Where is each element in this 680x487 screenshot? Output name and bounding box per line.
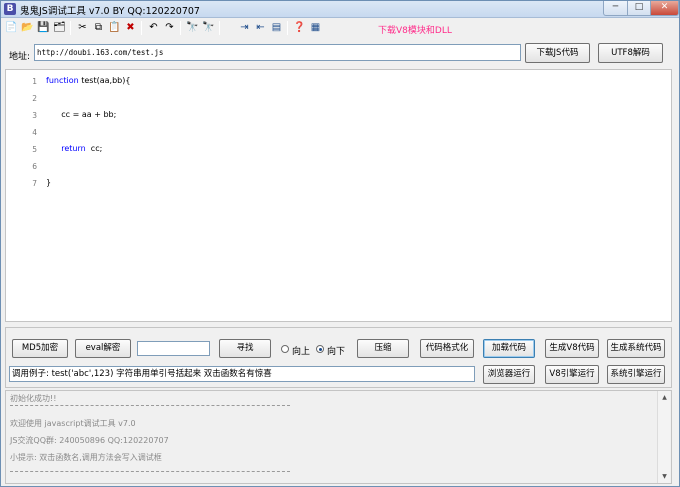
line-number: 5	[32, 145, 37, 154]
outdent-icon[interactable]: ⇤	[254, 21, 267, 34]
compress-button[interactable]: 压缩	[357, 339, 409, 358]
delete-icon[interactable]: ✖	[124, 21, 137, 34]
code-format-button[interactable]: 代码格式化	[420, 339, 474, 358]
output-console[interactable]: 初始化成功!! 欢迎使用 javascript调试工具 v7.0 JS交流QQ群…	[5, 390, 672, 484]
code-keyword: return	[46, 144, 86, 153]
output-line: JS交流QQ群: 240050896 QQ:120220707	[10, 436, 169, 445]
format-icon[interactable]: ▤	[270, 21, 283, 34]
download-js-button[interactable]: 下载JS代码	[525, 43, 590, 63]
radio-up[interactable]	[281, 345, 289, 353]
output-line: 欢迎使用 javascript调试工具 v7.0	[10, 419, 136, 428]
find-button[interactable]: 寻找	[219, 339, 271, 358]
address-label: 地址:	[9, 52, 31, 62]
toolbar: 📄 📂 💾 🗂 ✂ ⧉ 📋 ✖ ↶ ↷ 🔭 🔭 ⇥ ⇤ ▤ ❓ ▦	[2, 19, 678, 37]
find-next-icon[interactable]: 🔭	[202, 21, 215, 34]
md5-encrypt-button[interactable]: MD5加密	[12, 339, 68, 358]
output-scrollbar[interactable]: ▲ ▼	[657, 391, 670, 483]
search-input[interactable]	[137, 341, 210, 356]
copy-icon[interactable]: ⧉	[92, 21, 105, 34]
toolbar-separator	[141, 21, 142, 35]
load-code-button[interactable]: 加载代码	[483, 339, 535, 358]
line-number: 4	[32, 128, 37, 137]
scroll-up-icon[interactable]: ▲	[658, 392, 671, 403]
line-number: 3	[32, 111, 37, 120]
code-text: }	[46, 178, 52, 187]
v8-run-button[interactable]: V8引擎运行	[545, 365, 599, 384]
line-number: 6	[32, 162, 37, 171]
generate-system-code-button[interactable]: 生成系统代码	[607, 339, 665, 358]
output-divider	[10, 471, 290, 472]
output-line: 小提示: 双击函数名,调用方法会写入调试框	[10, 453, 162, 462]
output-divider	[10, 405, 290, 406]
code-text: cc = aa + bb;	[46, 110, 117, 119]
code-text: cc;	[85, 144, 103, 153]
code-line: return cc;	[46, 144, 102, 153]
toolbar-separator	[219, 21, 220, 35]
help-icon[interactable]: ❓	[293, 21, 306, 34]
code-line: }	[46, 178, 51, 187]
toolbar-separator	[70, 21, 71, 35]
close-button[interactable]: ✕	[650, 1, 679, 16]
app-window: B 鬼鬼JS调试工具 v7.0 BY QQ:120220707 ─ □ ✕ 📄 …	[0, 0, 680, 487]
radio-up-label: 向上	[292, 347, 311, 357]
new-file-icon[interactable]: 📄	[5, 21, 18, 34]
toolbar-separator	[287, 21, 288, 35]
system-engine-run-button[interactable]: 系统引擎运行	[607, 365, 665, 384]
code-line: function test(aa,bb){	[46, 76, 130, 85]
title-bar: B 鬼鬼JS调试工具 v7.0 BY QQ:120220707 ─ □ ✕	[1, 1, 679, 18]
address-input[interactable]: http://doubi.163.com/test.js	[34, 44, 521, 61]
save-all-icon[interactable]: 🗂	[53, 21, 66, 34]
code-keyword: function	[46, 76, 79, 85]
radio-down-label: 向下	[327, 347, 346, 357]
info-icon[interactable]: ▦	[309, 21, 322, 34]
app-icon: B	[4, 3, 16, 15]
line-number: 1	[32, 77, 37, 86]
download-v8-link[interactable]: 下载V8模块和DLL	[378, 23, 452, 36]
cut-icon[interactable]: ✂	[76, 21, 89, 34]
browser-run-button[interactable]: 浏览器运行	[483, 365, 535, 384]
utf8-decode-button[interactable]: UTF8解码	[598, 43, 663, 63]
indent-icon[interactable]: ⇥	[238, 21, 251, 34]
call-example-input[interactable]: 调用例子: test('abc',123) 字符串用单引号括起来 双击函数名有惊…	[9, 366, 475, 382]
toolbar-separator	[180, 21, 181, 35]
generate-v8-code-button[interactable]: 生成V8代码	[545, 339, 599, 358]
code-line: cc = aa + bb;	[46, 110, 116, 119]
maximize-button[interactable]: □	[627, 1, 651, 16]
output-line: 初始化成功!!	[10, 394, 57, 403]
undo-icon[interactable]: ↶	[147, 21, 160, 34]
redo-icon[interactable]: ↷	[163, 21, 176, 34]
window-title: 鬼鬼JS调试工具 v7.0 BY QQ:120220707	[20, 6, 200, 17]
minimize-button[interactable]: ─	[603, 1, 628, 16]
code-editor[interactable]: 1 function test(aa,bb){ 2 3 cc = aa + bb…	[5, 69, 672, 322]
line-number: 2	[32, 94, 37, 103]
scroll-down-icon[interactable]: ▼	[658, 471, 671, 482]
code-text: test(aa,bb){	[78, 76, 131, 85]
radio-down[interactable]	[316, 345, 324, 353]
line-number: 7	[32, 179, 37, 188]
find-icon[interactable]: 🔭	[186, 21, 199, 34]
paste-icon[interactable]: 📋	[108, 21, 121, 34]
open-folder-icon[interactable]: 📂	[21, 21, 34, 34]
eval-decrypt-button[interactable]: eval解密	[75, 339, 131, 358]
save-icon[interactable]: 💾	[37, 21, 50, 34]
